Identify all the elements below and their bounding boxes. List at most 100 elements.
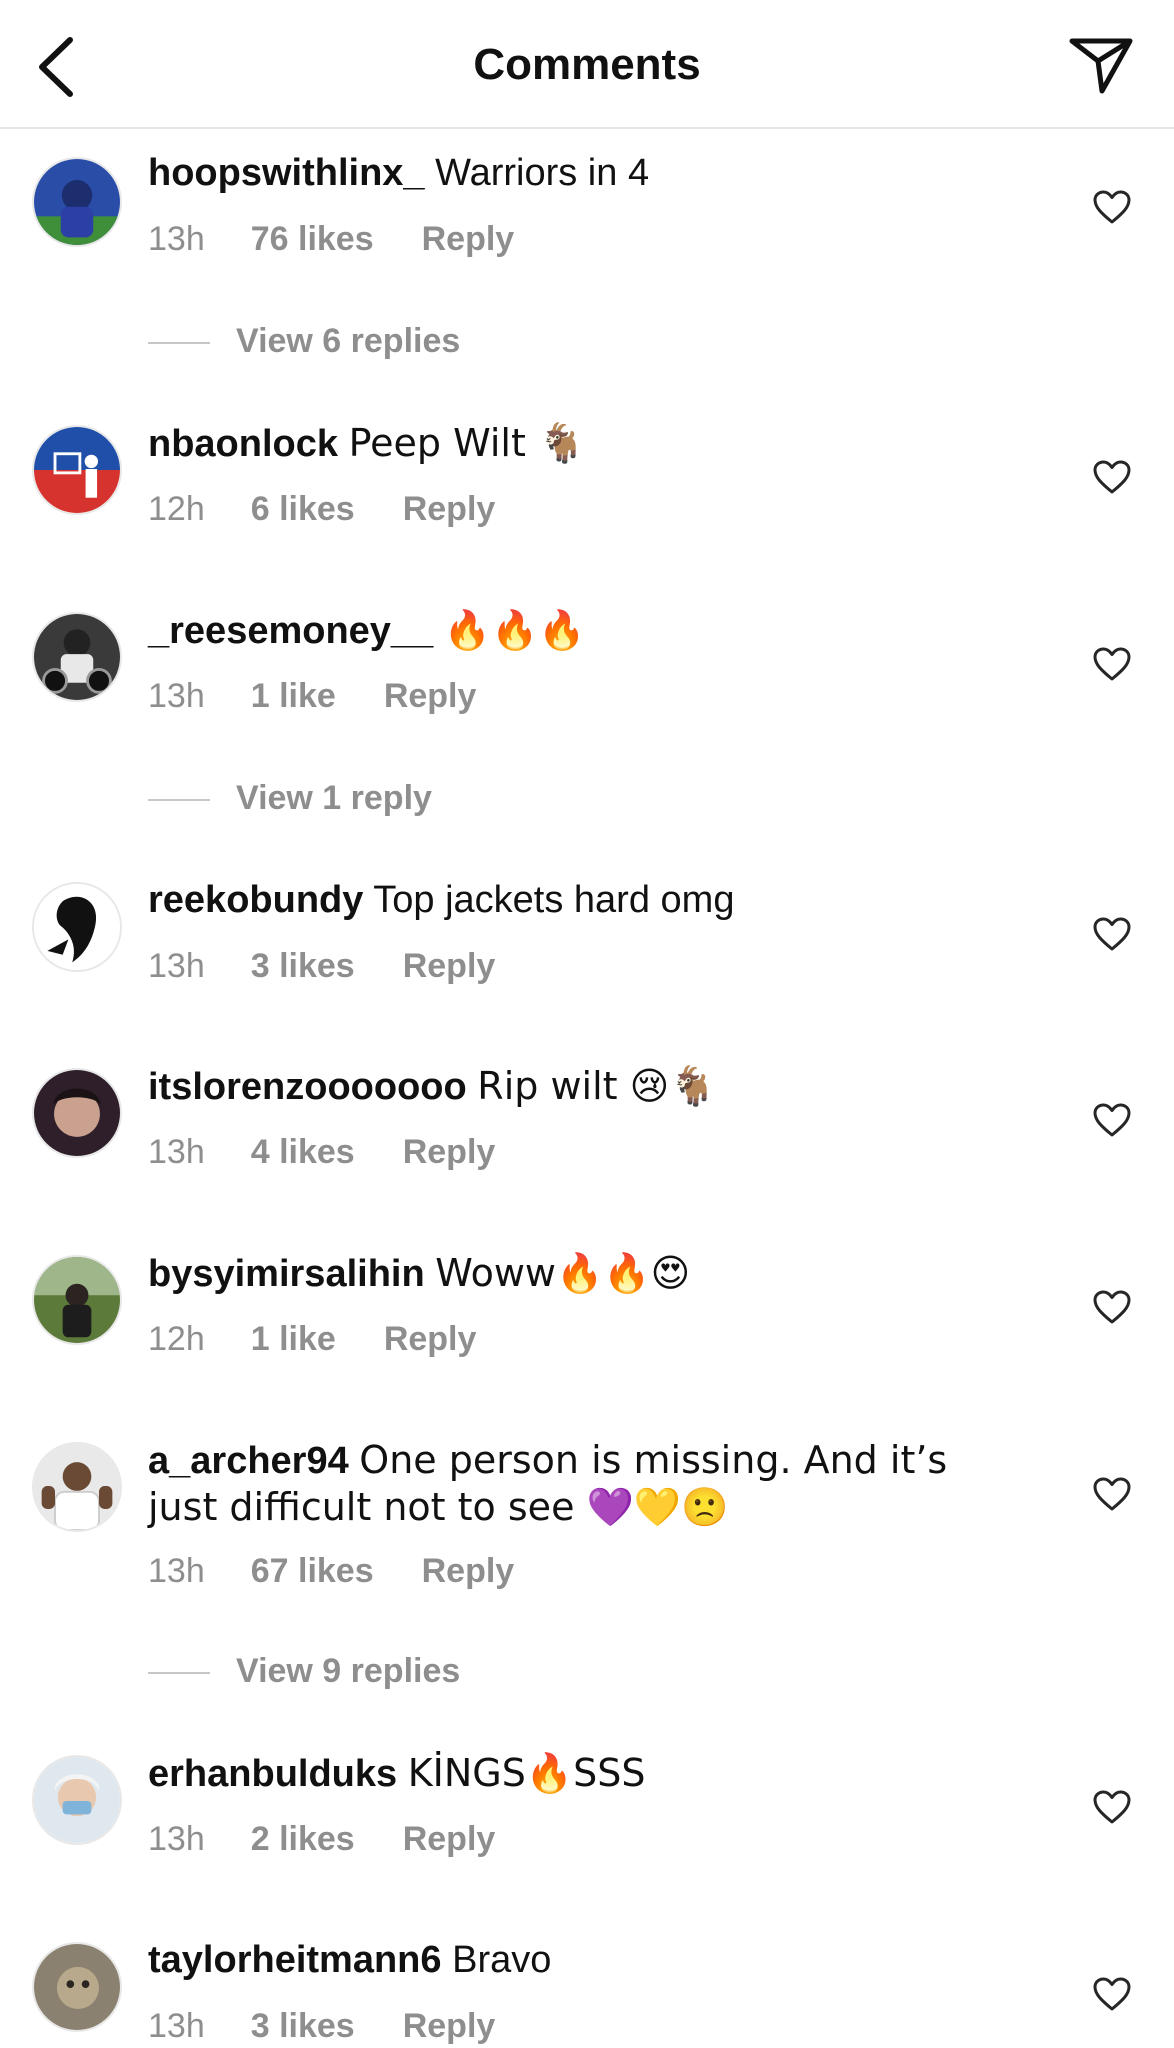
comment-username[interactable]: itslorenzooooooo	[148, 1066, 467, 1108]
comment-text: itslorenzooooooo Rip wilt 😢🐐	[148, 1063, 1028, 1110]
comment-text: hoopswithlinx_ Warriors in 4	[148, 150, 1028, 196]
like-button[interactable]	[1093, 1977, 1131, 2011]
comment-time: 13h	[148, 1820, 205, 1858]
like-button[interactable]	[1093, 1290, 1131, 1324]
comment-body: Warriors in 4	[435, 152, 650, 194]
avatar[interactable]	[32, 1255, 122, 1345]
reply-button[interactable]: Reply	[422, 1552, 515, 1591]
heart-outline-icon	[1093, 1290, 1131, 1324]
heart-outline-icon	[1093, 1103, 1131, 1137]
comment-meta: 13h 3 likes Reply	[148, 947, 495, 986]
reply-button[interactable]: Reply	[403, 1820, 496, 1859]
comment-body: Bravo	[452, 1939, 552, 1981]
share-button[interactable]	[1068, 35, 1134, 95]
comment-likes[interactable]: 3 likes	[251, 2007, 355, 2046]
comment-meta: 13h 4 likes Reply	[148, 1133, 495, 1172]
view-replies-button[interactable]: View 6 replies	[148, 322, 460, 361]
comment-text: erhanbulduks KİNGS🔥SSS	[148, 1750, 1028, 1797]
comment-meta: 13h 3 likes Reply	[148, 2007, 495, 2046]
like-button[interactable]	[1093, 1103, 1131, 1137]
comment-likes[interactable]: 67 likes	[251, 1552, 374, 1591]
comment-time: 13h	[148, 1133, 205, 1171]
comment-likes[interactable]: 1 like	[251, 677, 336, 716]
comment-time: 13h	[148, 2007, 205, 2045]
comment-likes[interactable]: 6 likes	[251, 490, 355, 529]
reply-button[interactable]: Reply	[403, 2007, 496, 2046]
reply-button[interactable]: Reply	[403, 947, 496, 986]
avatar[interactable]	[32, 1942, 122, 2032]
reply-button[interactable]: Reply	[384, 677, 477, 716]
avatar[interactable]	[32, 1068, 122, 1158]
avatar[interactable]	[32, 425, 122, 515]
reply-divider-line	[148, 799, 210, 802]
heart-outline-icon	[1093, 917, 1131, 951]
view-replies-label: View 9 replies	[236, 1652, 461, 1690]
heart-outline-icon	[1093, 647, 1131, 681]
comment-time: 13h	[148, 947, 205, 985]
comment-body: Rip wilt 😢🐐	[477, 1064, 717, 1108]
heart-outline-icon	[1093, 1790, 1131, 1824]
comment-meta: 13h 76 likes Reply	[148, 220, 514, 259]
comment-username[interactable]: bysyimirsalihin	[148, 1253, 425, 1295]
avatar[interactable]	[32, 157, 122, 247]
heart-outline-icon	[1093, 190, 1131, 224]
comment-text: a_archer94 One person is missing. And it…	[148, 1437, 1028, 1531]
heart-outline-icon	[1093, 1477, 1131, 1511]
view-replies-label: View 1 reply	[236, 779, 432, 817]
reply-divider-line	[148, 1672, 210, 1675]
like-button[interactable]	[1093, 1477, 1131, 1511]
comment-meta: 12h 1 like Reply	[148, 1320, 476, 1359]
comment-body: 🔥🔥🔥	[443, 608, 586, 652]
comment-body: Top jackets hard omg	[373, 879, 735, 921]
comment-username[interactable]: taylorheitmann6	[148, 1939, 442, 1981]
like-button[interactable]	[1093, 460, 1131, 494]
comment-meta: 13h 2 likes Reply	[148, 1820, 495, 1859]
comment-time: 13h	[148, 1552, 205, 1590]
avatar[interactable]	[32, 1442, 122, 1532]
like-button[interactable]	[1093, 1790, 1131, 1824]
comment-username[interactable]: hoopswithlinx_	[148, 152, 425, 194]
comment-username[interactable]: a_archer94	[148, 1440, 349, 1482]
comment-text: taylorheitmann6 Bravo	[148, 1937, 1028, 1983]
avatar[interactable]	[32, 882, 122, 972]
comment-likes[interactable]: 2 likes	[251, 1820, 355, 1859]
avatar[interactable]	[32, 1755, 122, 1845]
comment-username[interactable]: nbaonlock	[148, 423, 338, 465]
comment-username[interactable]: erhanbulduks	[148, 1753, 397, 1795]
comment-time: 13h	[148, 677, 205, 715]
paper-plane-icon	[1069, 38, 1133, 94]
comment-meta: 12h 6 likes Reply	[148, 490, 495, 529]
view-replies-button[interactable]: View 1 reply	[148, 779, 432, 818]
comment-time: 12h	[148, 490, 205, 528]
view-replies-button[interactable]: View 9 replies	[148, 1652, 460, 1691]
comment-likes[interactable]: 3 likes	[251, 947, 355, 986]
page-title: Comments	[473, 40, 701, 89]
comment-text: bysyimirsalihin Woww🔥🔥😍	[148, 1250, 1028, 1297]
heart-outline-icon	[1093, 460, 1131, 494]
view-replies-label: View 6 replies	[236, 322, 461, 360]
avatar[interactable]	[32, 612, 122, 702]
reply-button[interactable]: Reply	[403, 1133, 496, 1172]
comment-meta: 13h 1 like Reply	[148, 677, 476, 716]
reply-button[interactable]: Reply	[422, 220, 515, 259]
like-button[interactable]	[1093, 190, 1131, 224]
comment-body: Peep Wilt 🐐	[348, 421, 586, 465]
reply-button[interactable]: Reply	[384, 1320, 477, 1359]
reply-button[interactable]: Reply	[403, 490, 496, 529]
comment-time: 13h	[148, 220, 205, 258]
comment-meta: 13h 67 likes Reply	[148, 1552, 514, 1591]
comment-body: KİNGS🔥SSS	[407, 1751, 646, 1795]
comment-likes[interactable]: 1 like	[251, 1320, 336, 1359]
header-bar: Comments	[0, 0, 1174, 129]
like-button[interactable]	[1093, 647, 1131, 681]
comment-username[interactable]: reekobundy	[148, 879, 363, 921]
comment-text: reekobundy Top jackets hard omg	[148, 877, 1028, 923]
comment-text: nbaonlock Peep Wilt 🐐	[148, 420, 1028, 467]
comment-likes[interactable]: 4 likes	[251, 1133, 355, 1172]
comment-text: _reesemoney__ 🔥🔥🔥	[148, 607, 1028, 654]
comment-time: 12h	[148, 1320, 205, 1358]
comment-username[interactable]: _reesemoney__	[148, 610, 433, 652]
comment-body: Woww🔥🔥😍	[435, 1251, 691, 1295]
comment-likes[interactable]: 76 likes	[251, 220, 374, 259]
like-button[interactable]	[1093, 917, 1131, 951]
